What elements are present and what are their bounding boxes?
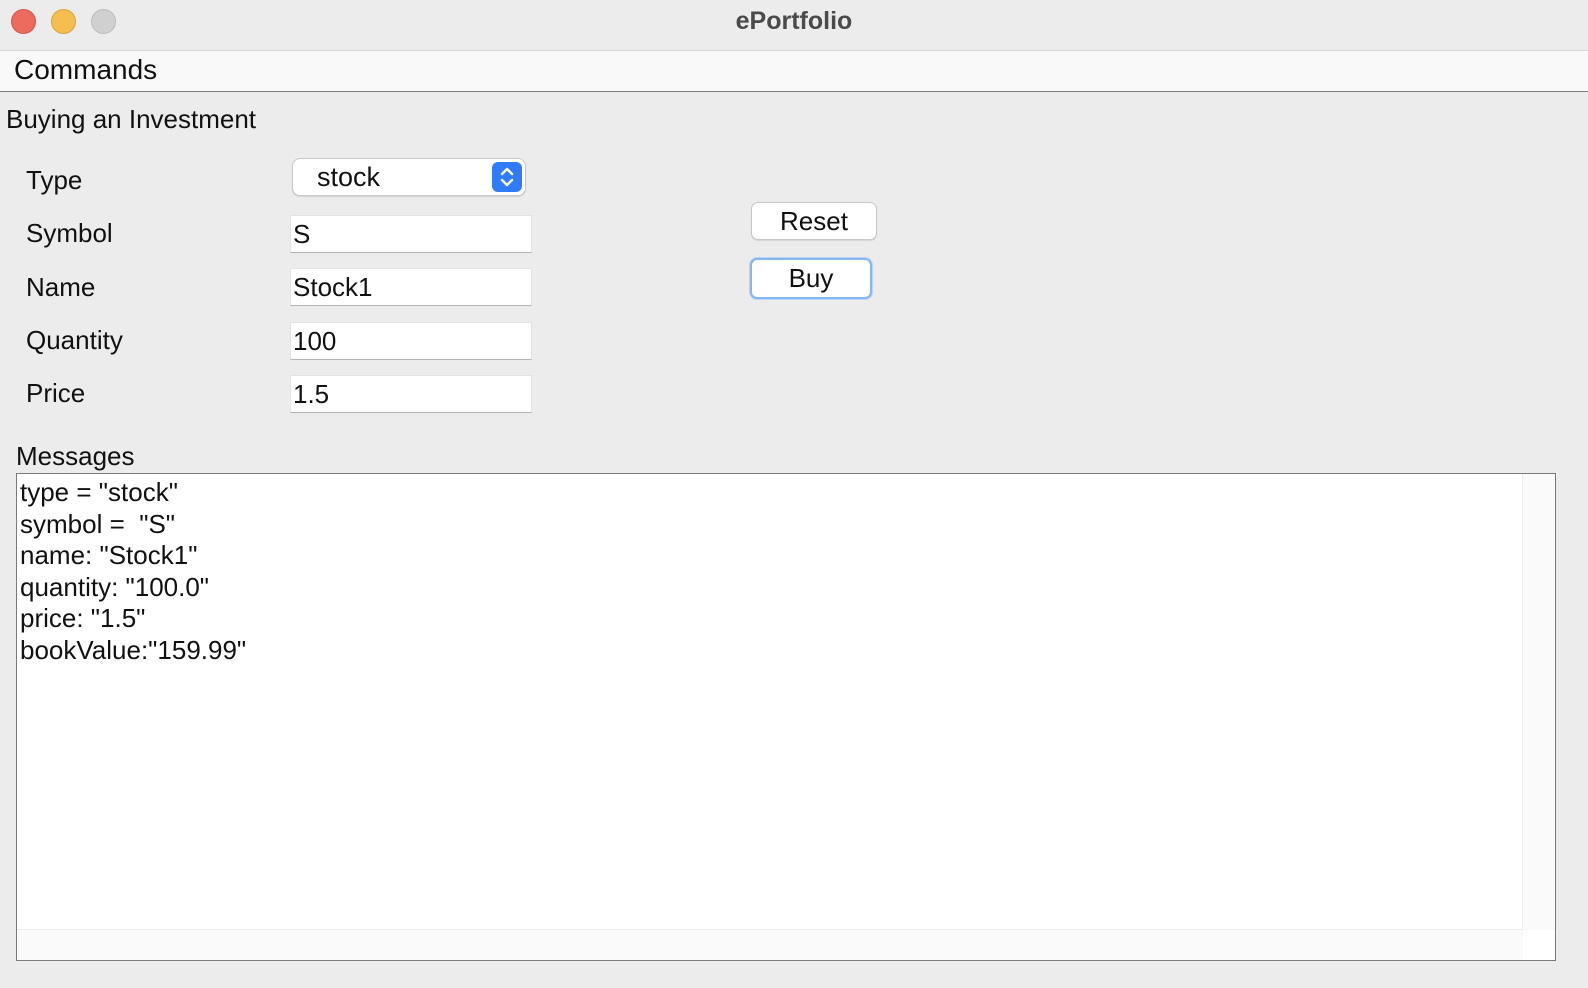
horizontal-scrollbar[interactable] bbox=[17, 929, 1523, 960]
buy-button[interactable]: Buy bbox=[750, 258, 872, 299]
symbol-field[interactable] bbox=[290, 215, 532, 253]
reset-button[interactable]: Reset bbox=[751, 202, 877, 240]
name-field[interactable] bbox=[290, 268, 532, 306]
messages-text-area[interactable]: type = "stock" symbol = "S" name: "Stock… bbox=[16, 473, 1556, 961]
vertical-scrollbar[interactable] bbox=[1522, 474, 1555, 930]
chevron-up-down-icon bbox=[492, 162, 522, 192]
title-bar: ePortfolio bbox=[0, 0, 1588, 51]
symbol-label: Symbol bbox=[26, 218, 113, 248]
menu-commands[interactable]: Commands bbox=[14, 54, 157, 86]
messages-text: type = "stock" symbol = "S" name: "Stock… bbox=[20, 477, 247, 665]
price-field[interactable] bbox=[290, 375, 532, 413]
type-label: Type bbox=[26, 165, 83, 195]
menu-bar: Commands bbox=[0, 51, 1588, 92]
form-title: Buying an Investment bbox=[6, 104, 257, 134]
window-title: ePortfolio bbox=[735, 7, 853, 35]
price-label: Price bbox=[26, 378, 86, 408]
type-select-value: stock bbox=[317, 162, 381, 192]
name-label: Name bbox=[26, 272, 96, 302]
type-select[interactable]: stock bbox=[292, 158, 526, 196]
quantity-label: Quantity bbox=[26, 325, 123, 355]
messages-label: Messages bbox=[16, 441, 135, 471]
quantity-field[interactable] bbox=[290, 322, 532, 360]
